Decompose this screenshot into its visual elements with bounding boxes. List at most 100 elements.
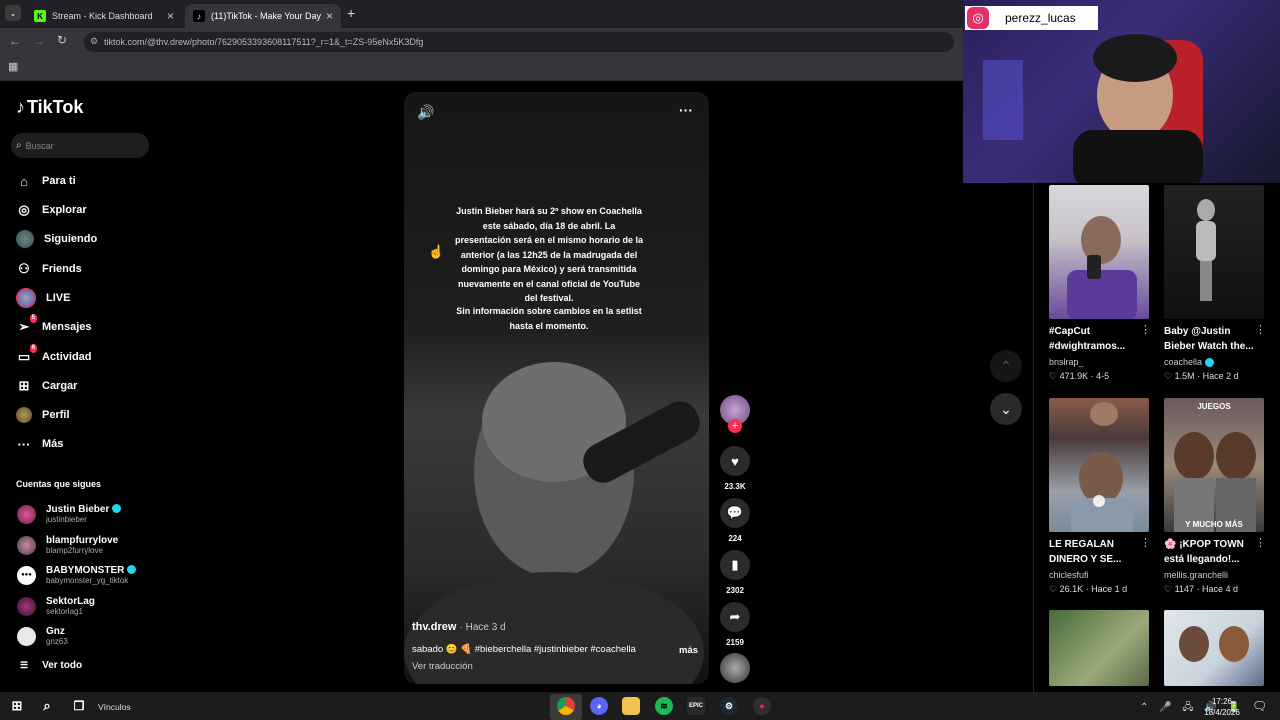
spotify-icon[interactable]: ≋ (655, 697, 673, 715)
nav-perfil[interactable]: Perfil (16, 403, 70, 427)
epic-games-icon[interactable]: EPIC (687, 697, 705, 715)
related-video-thumb[interactable] (1164, 185, 1264, 319)
volume-icon[interactable]: 🔊 (417, 104, 434, 121)
tab-tiktok[interactable]: ♪ (11)TikTok - Make Your Day × (185, 4, 341, 28)
post-author[interactable]: thv.drew (412, 621, 456, 633)
search-icon: ⌕ (16, 140, 22, 151)
following-account-gnz[interactable]: Gnz gnz63 (17, 623, 68, 649)
share-count: 2159 (726, 638, 744, 647)
nav-mensajes[interactable]: ➢ 5 Mensajes (16, 314, 92, 339)
new-tab-button[interactable]: + (347, 5, 355, 21)
search-icon[interactable]: ⌕ (38, 697, 56, 715)
avatar (17, 626, 36, 646)
sound-disc-avatar[interactable] (720, 653, 750, 683)
related-video-title[interactable]: #CapCut #dwightramos... (1049, 324, 1141, 354)
mouse-cursor-icon: ☝ (428, 244, 445, 259)
verified-icon (112, 504, 122, 514)
forward-icon[interactable]: → (33, 34, 45, 48)
discord-icon[interactable]: ◕ (590, 697, 608, 715)
related-video-author[interactable]: coachella (1164, 357, 1215, 368)
follow-plus-icon[interactable]: + (728, 419, 742, 433)
nav-para-ti[interactable]: ⌂ Para ti (16, 169, 76, 193)
avatar: ●●● (17, 565, 36, 585)
like-button[interactable]: ♥ (720, 446, 750, 476)
nav-explorar[interactable]: ◎ Explorar (16, 198, 86, 222)
related-video-thumb[interactable] (1049, 185, 1149, 319)
scroll-up-button[interactable]: ⌃ (990, 350, 1022, 382)
nav-siguiendo[interactable]: Siguiendo (16, 227, 97, 251)
apps-grid-icon[interactable]: ▦ (8, 60, 18, 73)
related-video-thumb[interactable] (1164, 610, 1264, 686)
chrome-icon[interactable] (557, 697, 575, 715)
tab-search-button[interactable]: ⌄ (5, 5, 21, 21)
following-account-justinbieber[interactable]: Justin Bieber justinbieber (17, 501, 122, 527)
webcam-overlay: ◎ perezz_lucas (963, 0, 1280, 183)
more-options-icon[interactable]: ··· (679, 102, 693, 118)
more-options-icon[interactable]: ⋮ (1140, 536, 1151, 549)
save-button[interactable]: ▮ (720, 550, 750, 580)
tiktok-logo[interactable]: ♪ TikTok (16, 97, 83, 118)
nav-actividad[interactable]: ▭ 6 Actividad (16, 344, 92, 369)
site-info-icon[interactable]: ⚙ (90, 36, 98, 47)
clock[interactable]: 17:26 18/4/2026 (1198, 696, 1246, 718)
task-view-icon[interactable]: ❐ (70, 697, 88, 715)
tiktok-note-icon: ♪ (16, 97, 25, 117)
related-video-title[interactable]: 🌸 ¡KPOP TOWN está llegando!... (1164, 537, 1250, 567)
thumb-caption-top: JUEGOS (1197, 402, 1231, 411)
obs-icon[interactable]: ● (753, 697, 771, 715)
thumb-figure (1071, 402, 1133, 532)
activity-icon: ▭ 6 (17, 344, 37, 364)
share-icon: ➦ (729, 609, 741, 624)
related-video-meta: ♡ 1147 · Hace 4 d (1164, 584, 1238, 594)
see-all-link[interactable]: ☰ Ver todo (20, 660, 82, 671)
related-video-title[interactable]: Baby @Justin Bieber Watch the... (1164, 324, 1256, 354)
following-account-blampfurrylove[interactable]: blampfurrylove blamp2furrylove (17, 532, 118, 558)
nav-live[interactable]: LIVE (16, 286, 70, 310)
related-video-title[interactable]: LE REGALAN DINERO Y SE... (1049, 537, 1141, 567)
nav-cargar[interactable]: ⊞ Cargar (16, 374, 78, 398)
tab-title: Stream - Kick Dashboard (52, 11, 153, 21)
following-avatar (16, 230, 34, 248)
nav-friends[interactable]: ⚇ Friends (16, 257, 82, 281)
verified-icon (1205, 358, 1215, 368)
notifications-icon[interactable]: 🗨 (1252, 699, 1267, 713)
taskbar-links-label[interactable]: Vínculos (98, 702, 131, 712)
file-explorer-icon[interactable] (622, 697, 640, 715)
url-bar[interactable]: ⚙ tiktok.com/@thv.drew/photo/76290533936… (84, 32, 954, 52)
related-video-author[interactable]: mellis.granchelli (1164, 570, 1228, 580)
nav-mas[interactable]: ··· Más (16, 432, 64, 456)
related-video-meta: ♡ 471.9K · 4-5 (1049, 371, 1110, 381)
post-media[interactable]: 🔊 ··· Justin Bieber hará su 2º show en C… (404, 92, 709, 684)
related-video-meta: ♡ 1.5M · Hace 2 d (1164, 371, 1239, 381)
home-icon: ⌂ (20, 173, 28, 189)
tab-kick-dashboard[interactable]: K Stream - Kick Dashboard × (26, 4, 182, 28)
face-silhouette (404, 362, 704, 684)
close-icon[interactable]: × (326, 9, 333, 23)
windows-start-icon[interactable]: ⊞ (8, 697, 26, 715)
related-video-thumb[interactable] (1049, 398, 1149, 532)
thumb-figure (1174, 432, 1256, 532)
heart-icon: ♥ (731, 453, 739, 469)
related-video-thumb[interactable] (1049, 610, 1149, 686)
related-video-author[interactable]: bnslrap_ (1049, 357, 1084, 367)
more-options-icon[interactable]: ⋮ (1255, 323, 1266, 336)
steam-icon[interactable]: ⚙ (720, 697, 738, 715)
reload-icon[interactable]: ↻ (57, 33, 67, 47)
caption-more-button[interactable]: más (679, 645, 698, 656)
live-avatar (16, 288, 36, 308)
clock-date: 18/4/2026 (1204, 708, 1240, 717)
related-video-author[interactable]: chiclesfufi (1049, 570, 1089, 580)
translate-link[interactable]: Ver traducción (412, 661, 473, 672)
related-video-thumb[interactable]: JUEGOS Y MUCHO MÁS (1164, 398, 1264, 532)
panel-divider (1033, 183, 1034, 693)
search-input[interactable]: ⌕ Buscar (11, 133, 149, 158)
comment-button[interactable]: 💬 (720, 498, 750, 528)
more-options-icon[interactable]: ⋮ (1140, 323, 1151, 336)
scroll-down-button[interactable]: ⌄ (990, 393, 1022, 425)
following-account-sektorlag[interactable]: SektorLag sektorlag1 (17, 593, 95, 619)
close-icon[interactable]: × (167, 9, 174, 23)
following-account-babymonster[interactable]: ●●● BABYMONSTER babymonster_yg_tiktok (17, 562, 137, 588)
back-icon[interactable]: ← (9, 34, 21, 48)
more-options-icon[interactable]: ⋮ (1255, 536, 1266, 549)
share-button[interactable]: ➦ (720, 602, 750, 632)
